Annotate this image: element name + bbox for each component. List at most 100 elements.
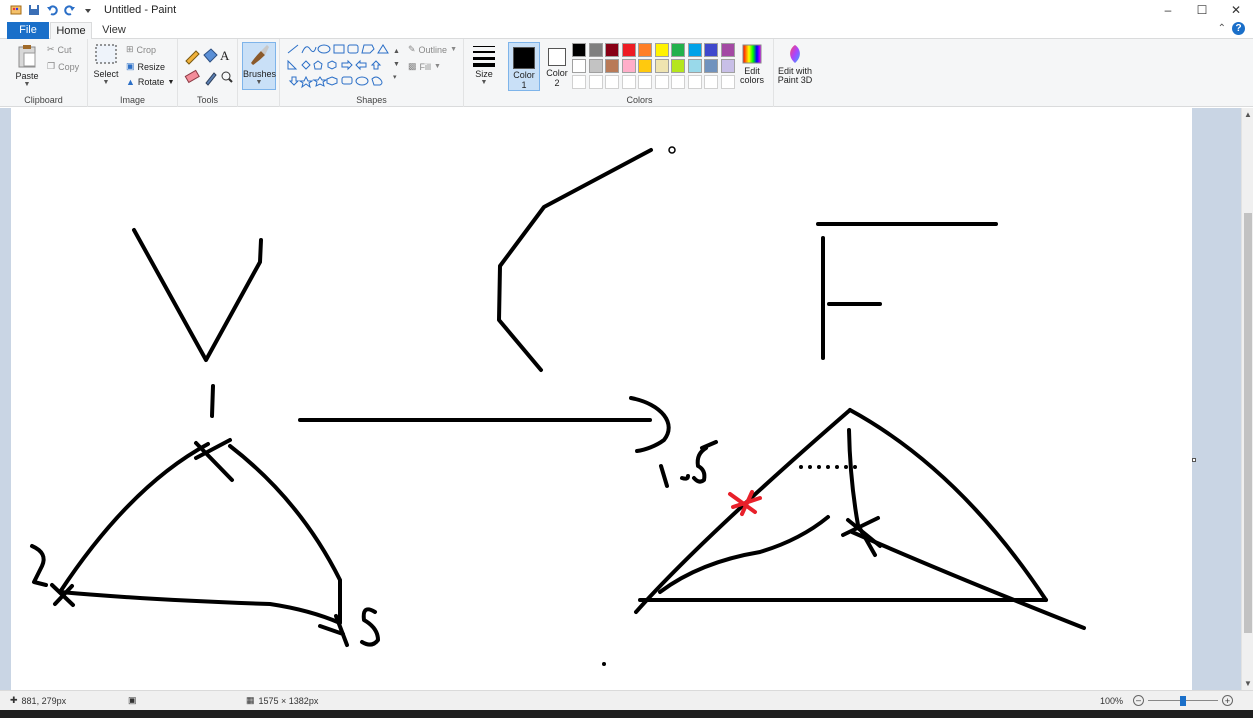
brushes-button[interactable]: Brushes ▼: [242, 42, 276, 90]
palette-color-swatch[interactable]: [605, 59, 619, 73]
image-group: Select ▼ ⊞ Crop ▣ Resize ▲ Rotate ▼ Image: [88, 39, 178, 107]
canvas-resize-handle[interactable]: [1192, 458, 1196, 462]
resize-button[interactable]: ▣ Resize: [126, 61, 165, 72]
pencil-icon[interactable]: [185, 50, 200, 65]
rotate-dropdown-icon[interactable]: ▼: [167, 79, 174, 86]
scissors-icon: ✂: [47, 44, 55, 54]
color1-button[interactable]: Color 1: [508, 42, 540, 91]
outline-icon: ✎: [408, 44, 416, 54]
stroke-digit-two: [30, 544, 48, 587]
clipboard-group-label: Clipboard: [24, 95, 63, 105]
scroll-up-icon[interactable]: ▲: [1244, 110, 1252, 119]
scrollbar-thumb[interactable]: [1244, 213, 1252, 633]
magnifier-icon[interactable]: [221, 71, 233, 83]
palette-color-swatch[interactable]: [687, 59, 702, 73]
palette-color-swatch[interactable]: [588, 59, 603, 73]
text-tool-icon[interactable]: A: [220, 48, 229, 64]
tab-file[interactable]: File: [7, 22, 49, 39]
palette-empty-swatch[interactable]: [704, 75, 718, 89]
palette-empty-swatch[interactable]: [671, 75, 685, 89]
collapse-ribbon-icon[interactable]: ⌃: [1218, 23, 1226, 34]
colors-group-label: Colors: [626, 95, 653, 105]
palette-empty-swatch[interactable]: [572, 75, 586, 89]
palette-color-swatch[interactable]: [704, 59, 718, 73]
palette-color-swatch[interactable]: [687, 43, 702, 57]
copy-button[interactable]: ❐ Copy: [47, 61, 79, 72]
palette-color-swatch[interactable]: [671, 43, 685, 57]
brushes-label: Brushes: [243, 69, 277, 79]
image-size: ▦ 1575 × 1382px: [246, 695, 318, 706]
palette-color-swatch[interactable]: [638, 59, 652, 73]
edit-colors-button[interactable]: Edit colors: [734, 43, 770, 85]
rainbow-icon: [742, 44, 762, 64]
palette-color-swatch[interactable]: [621, 43, 636, 57]
palette-color-swatch[interactable]: [605, 43, 619, 57]
shapes-group-label: Shapes: [356, 95, 387, 105]
palette-color-swatch[interactable]: [704, 43, 718, 57]
rotate-button[interactable]: ▲ Rotate ▼: [126, 77, 174, 87]
size-group: Size ▼: [464, 39, 504, 107]
stroke-digit-five: [360, 607, 380, 647]
zoom-controls: 100% – +: [1100, 695, 1234, 706]
palette-color-swatch[interactable]: [720, 43, 735, 57]
cut-label: Cut: [57, 44, 72, 55]
tab-home[interactable]: Home: [50, 22, 92, 40]
maximize-button[interactable]: ☐: [1185, 0, 1219, 20]
scroll-down-icon[interactable]: ▼: [1244, 679, 1252, 688]
palette-color-swatch[interactable]: [671, 59, 685, 73]
zoom-out-icon[interactable]: –: [1133, 695, 1145, 706]
outline-dropdown-icon[interactable]: ▼: [450, 46, 457, 53]
clipboard-group: Paste ▼ ✂ Cut ❐ Copy Clipboard: [0, 39, 88, 107]
drawing-canvas[interactable]: [11, 108, 1192, 690]
palette-color-swatch[interactable]: [654, 43, 669, 57]
close-button[interactable]: ✕: [1219, 0, 1253, 20]
select-button[interactable]: Select ▼: [92, 43, 120, 86]
palette-empty-swatch[interactable]: [621, 75, 636, 89]
palette-color-swatch[interactable]: [572, 43, 586, 57]
color-picker-icon[interactable]: [205, 72, 217, 86]
palette-empty-swatch[interactable]: [654, 75, 669, 89]
paste-button[interactable]: Paste ▼: [10, 43, 44, 88]
palette-color-swatch[interactable]: [572, 59, 586, 73]
crop-button[interactable]: ⊞ Crop: [126, 44, 156, 55]
outline-button[interactable]: ✎ Outline ▼: [408, 44, 457, 55]
paint3d-label: Edit with Paint 3D: [777, 66, 813, 85]
color2-button[interactable]: Color 2: [542, 42, 572, 88]
fill-bucket-icon[interactable]: [203, 48, 218, 63]
palette-color-swatch[interactable]: [621, 59, 636, 73]
paste-dropdown-icon[interactable]: ▼: [10, 81, 44, 88]
fill-dropdown-icon[interactable]: ▼: [434, 63, 441, 70]
palette-empty-swatch[interactable]: [588, 75, 603, 89]
select-dropdown-icon[interactable]: ▼: [92, 79, 120, 86]
save-icon[interactable]: [28, 4, 40, 16]
minimize-button[interactable]: –: [1151, 0, 1185, 20]
shapes-gallery[interactable]: [284, 43, 402, 91]
palette-color-swatch[interactable]: [588, 43, 603, 57]
fill-button[interactable]: ▩ Fill ▼: [408, 61, 441, 72]
color1-label: Color: [513, 70, 535, 80]
palette-color-swatch[interactable]: [720, 59, 735, 73]
palette-color-swatch[interactable]: [654, 59, 669, 73]
paste-label: Paste: [15, 71, 39, 81]
edit-with-paint3d-button[interactable]: Edit with Paint 3D: [776, 43, 814, 85]
brushes-dropdown-icon[interactable]: ▼: [243, 79, 275, 86]
palette-empty-swatch[interactable]: [638, 75, 652, 89]
zoom-slider[interactable]: [1148, 695, 1219, 706]
zoom-in-icon[interactable]: +: [1222, 695, 1234, 706]
palette-empty-swatch[interactable]: [720, 75, 735, 89]
shapes-scroll[interactable]: ▲ ▼ ▾: [393, 45, 400, 84]
size-button[interactable]: Size ▼: [468, 43, 500, 86]
vertical-scrollbar[interactable]: ▲ ▼: [1241, 108, 1253, 690]
size-dropdown-icon[interactable]: ▼: [468, 79, 500, 86]
redo-icon[interactable]: [64, 4, 76, 16]
customize-qat-dropdown-icon[interactable]: [82, 4, 94, 16]
help-icon[interactable]: ?: [1232, 22, 1245, 35]
zoom-slider-thumb[interactable]: [1180, 695, 1187, 706]
palette-color-swatch[interactable]: [638, 43, 652, 57]
palette-empty-swatch[interactable]: [687, 75, 702, 89]
eraser-icon[interactable]: [184, 69, 200, 84]
cut-button[interactable]: ✂ Cut: [47, 44, 72, 55]
tab-view[interactable]: View: [94, 22, 134, 39]
palette-empty-swatch[interactable]: [605, 75, 619, 89]
undo-icon[interactable]: [46, 4, 58, 16]
